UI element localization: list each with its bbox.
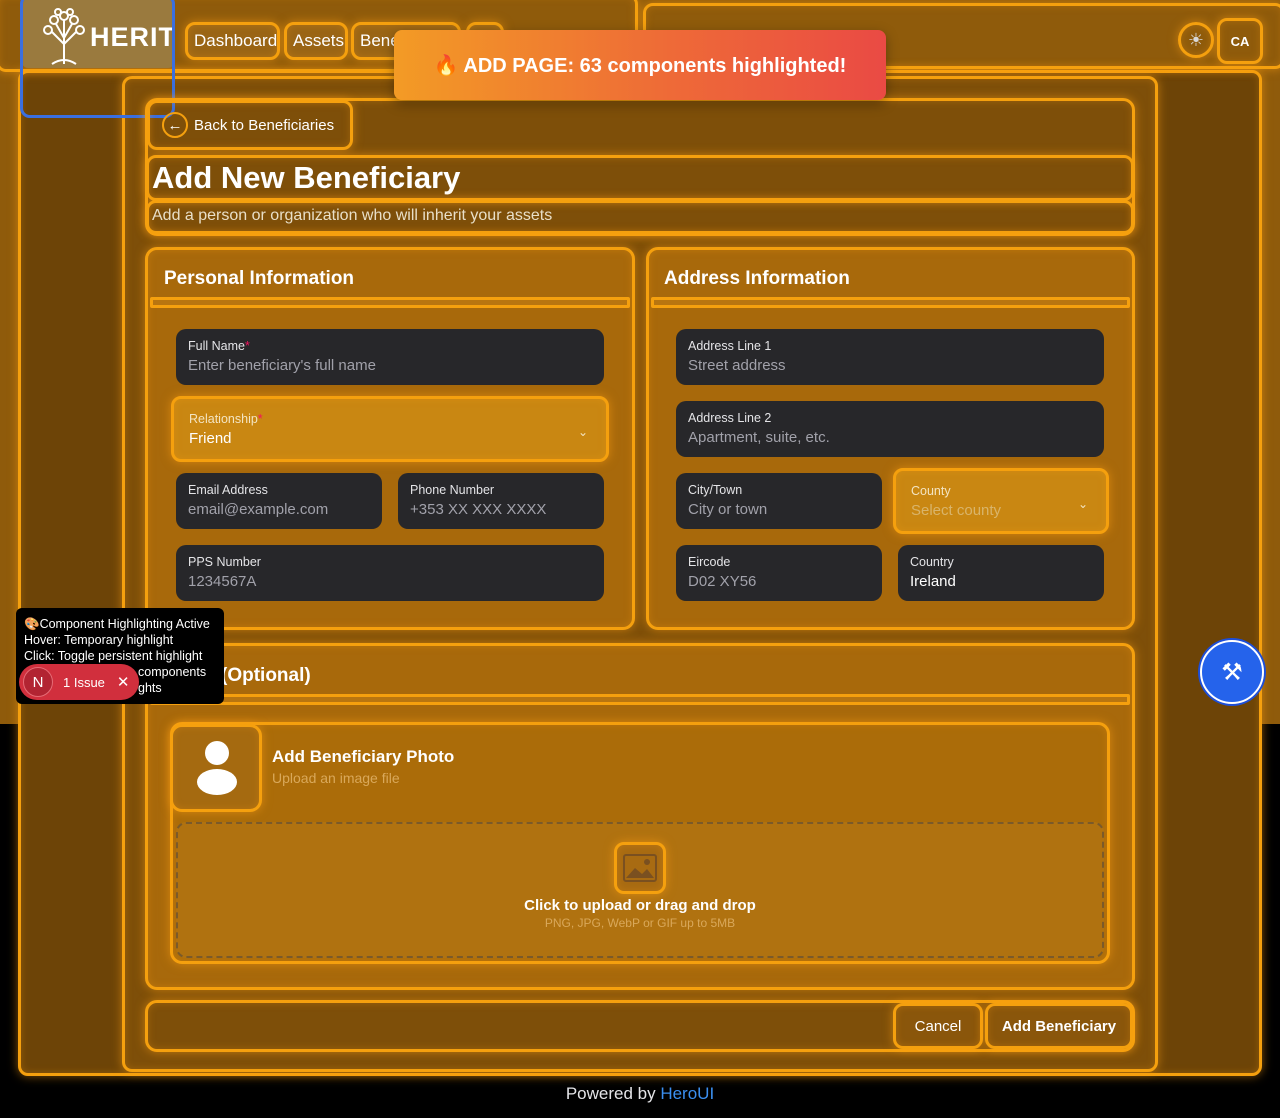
phone-field[interactable]: Phone Number +353 XX XXX XXXX bbox=[398, 473, 604, 529]
country-label: Country bbox=[910, 555, 954, 569]
county-select[interactable]: County Select county ⌄ bbox=[893, 468, 1109, 534]
relationship-select[interactable]: Relationship* Friend ⌄ bbox=[171, 396, 609, 462]
avatar-initials: CA bbox=[1230, 33, 1250, 49]
user-icon bbox=[197, 741, 237, 795]
address-line1-label: Address Line 1 bbox=[688, 339, 772, 353]
city-field[interactable]: City/Town City or town bbox=[676, 473, 882, 529]
full-name-input[interactable]: Enter beneficiary's full name bbox=[188, 357, 592, 374]
nextjs-icon: N bbox=[23, 667, 53, 697]
phone-input[interactable]: +353 XX XXX XXXX bbox=[410, 501, 592, 518]
tooltip-line: Click: Toggle persistent highlight bbox=[24, 649, 203, 663]
image-placeholder-icon bbox=[623, 854, 657, 882]
theme-toggle-button[interactable]: ☀ bbox=[1178, 22, 1214, 58]
back-label: Back to Beneficiaries bbox=[194, 116, 335, 134]
add-beneficiary-button[interactable]: Add Beneficiary bbox=[985, 1003, 1133, 1049]
chevron-down-icon: ⌄ bbox=[1077, 497, 1088, 511]
email-input[interactable]: email@example.com bbox=[188, 501, 370, 518]
highlight-banner: 🔥 ADD PAGE: 63 components highlighted! bbox=[394, 30, 886, 100]
pps-input[interactable]: 1234567A bbox=[188, 573, 592, 590]
nav-assets[interactable]: Assets bbox=[284, 22, 348, 60]
relationship-label: Relationship* bbox=[189, 412, 263, 426]
dropzone-secondary-text: PNG, JPG, WebP or GIF up to 5MB bbox=[544, 916, 736, 930]
address-line1-field[interactable]: Address Line 1 Street address bbox=[676, 329, 1104, 385]
address-line2-field[interactable]: Address Line 2 Apartment, suite, etc. bbox=[676, 401, 1104, 457]
address-line2-label: Address Line 2 bbox=[688, 411, 772, 425]
nav-dashboard[interactable]: Dashboard bbox=[185, 22, 280, 60]
county-label: County bbox=[911, 484, 951, 498]
country-field[interactable]: Country Ireland bbox=[898, 545, 1104, 601]
card-divider bbox=[150, 297, 630, 308]
issues-badge[interactable]: N 1 Issue ✕ bbox=[19, 664, 139, 700]
pps-field[interactable]: PPS Number 1234567A bbox=[176, 545, 604, 601]
tooltip-line: 🎨Component Highlighting Active bbox=[24, 617, 210, 631]
email-field[interactable]: Email Address email@example.com bbox=[176, 473, 382, 529]
personal-info-title: Personal Information bbox=[164, 268, 355, 289]
photo-section-title: (Optional) bbox=[221, 665, 311, 686]
card-divider bbox=[651, 297, 1130, 308]
card-divider bbox=[150, 694, 1130, 705]
photo-subheading: Upload an image file bbox=[272, 770, 400, 786]
close-icon[interactable]: ✕ bbox=[117, 673, 130, 691]
eircode-field[interactable]: Eircode D02 XY56 bbox=[676, 545, 882, 601]
avatar-placeholder bbox=[170, 724, 262, 812]
heroui-link[interactable]: HeroUI bbox=[660, 1084, 714, 1103]
city-label: City/Town bbox=[688, 483, 743, 497]
country-input[interactable]: Ireland bbox=[910, 573, 1092, 590]
phone-label: Phone Number bbox=[410, 483, 495, 497]
page-title: Add New Beneficiary bbox=[152, 160, 461, 195]
address-line2-input[interactable]: Apartment, suite, etc. bbox=[688, 429, 1092, 446]
address-info-title: Address Information bbox=[664, 268, 850, 289]
county-placeholder: Select county bbox=[911, 502, 1002, 519]
user-avatar-button[interactable]: CA bbox=[1217, 18, 1263, 64]
cancel-button[interactable]: Cancel bbox=[893, 1003, 983, 1049]
banner-text: 🔥 ADD PAGE: 63 components highlighted! bbox=[433, 54, 847, 77]
photo-heading: Add Beneficiary Photo bbox=[272, 747, 455, 766]
image-icon bbox=[614, 842, 666, 894]
city-input[interactable]: City or town bbox=[688, 501, 870, 518]
eircode-label: Eircode bbox=[688, 555, 731, 569]
chevron-down-icon: ⌄ bbox=[577, 425, 588, 439]
dev-tools-button[interactable]: ⚒ bbox=[1200, 640, 1264, 704]
relationship-value: Friend bbox=[189, 430, 232, 447]
powered-by-text: Powered by bbox=[565, 1084, 656, 1103]
tooltip-line: Hover: Temporary highlight bbox=[24, 633, 174, 647]
hammer-wrench-icon: ⚒ bbox=[1221, 658, 1243, 686]
arrow-left-icon: ← bbox=[162, 112, 188, 138]
back-button[interactable]: ← Back to Beneficiaries bbox=[147, 100, 353, 150]
address-line1-input[interactable]: Street address bbox=[688, 357, 1092, 374]
dropzone-primary-text: Click to upload or drag and drop bbox=[524, 897, 756, 914]
full-name-label: Full Name* bbox=[188, 339, 250, 353]
email-label: Email Address bbox=[188, 483, 268, 497]
powered-by-footer: Powered by HeroUI bbox=[0, 1084, 1280, 1104]
sun-icon: ☀ bbox=[1187, 29, 1205, 50]
issue-count: 1 Issue bbox=[63, 674, 105, 690]
page-subtitle: Add a person or organization who will in… bbox=[152, 207, 553, 224]
eircode-input[interactable]: D02 XY56 bbox=[688, 573, 870, 590]
pps-label: PPS Number bbox=[188, 555, 261, 569]
full-name-field[interactable]: Full Name* Enter beneficiary's full name bbox=[176, 329, 604, 385]
